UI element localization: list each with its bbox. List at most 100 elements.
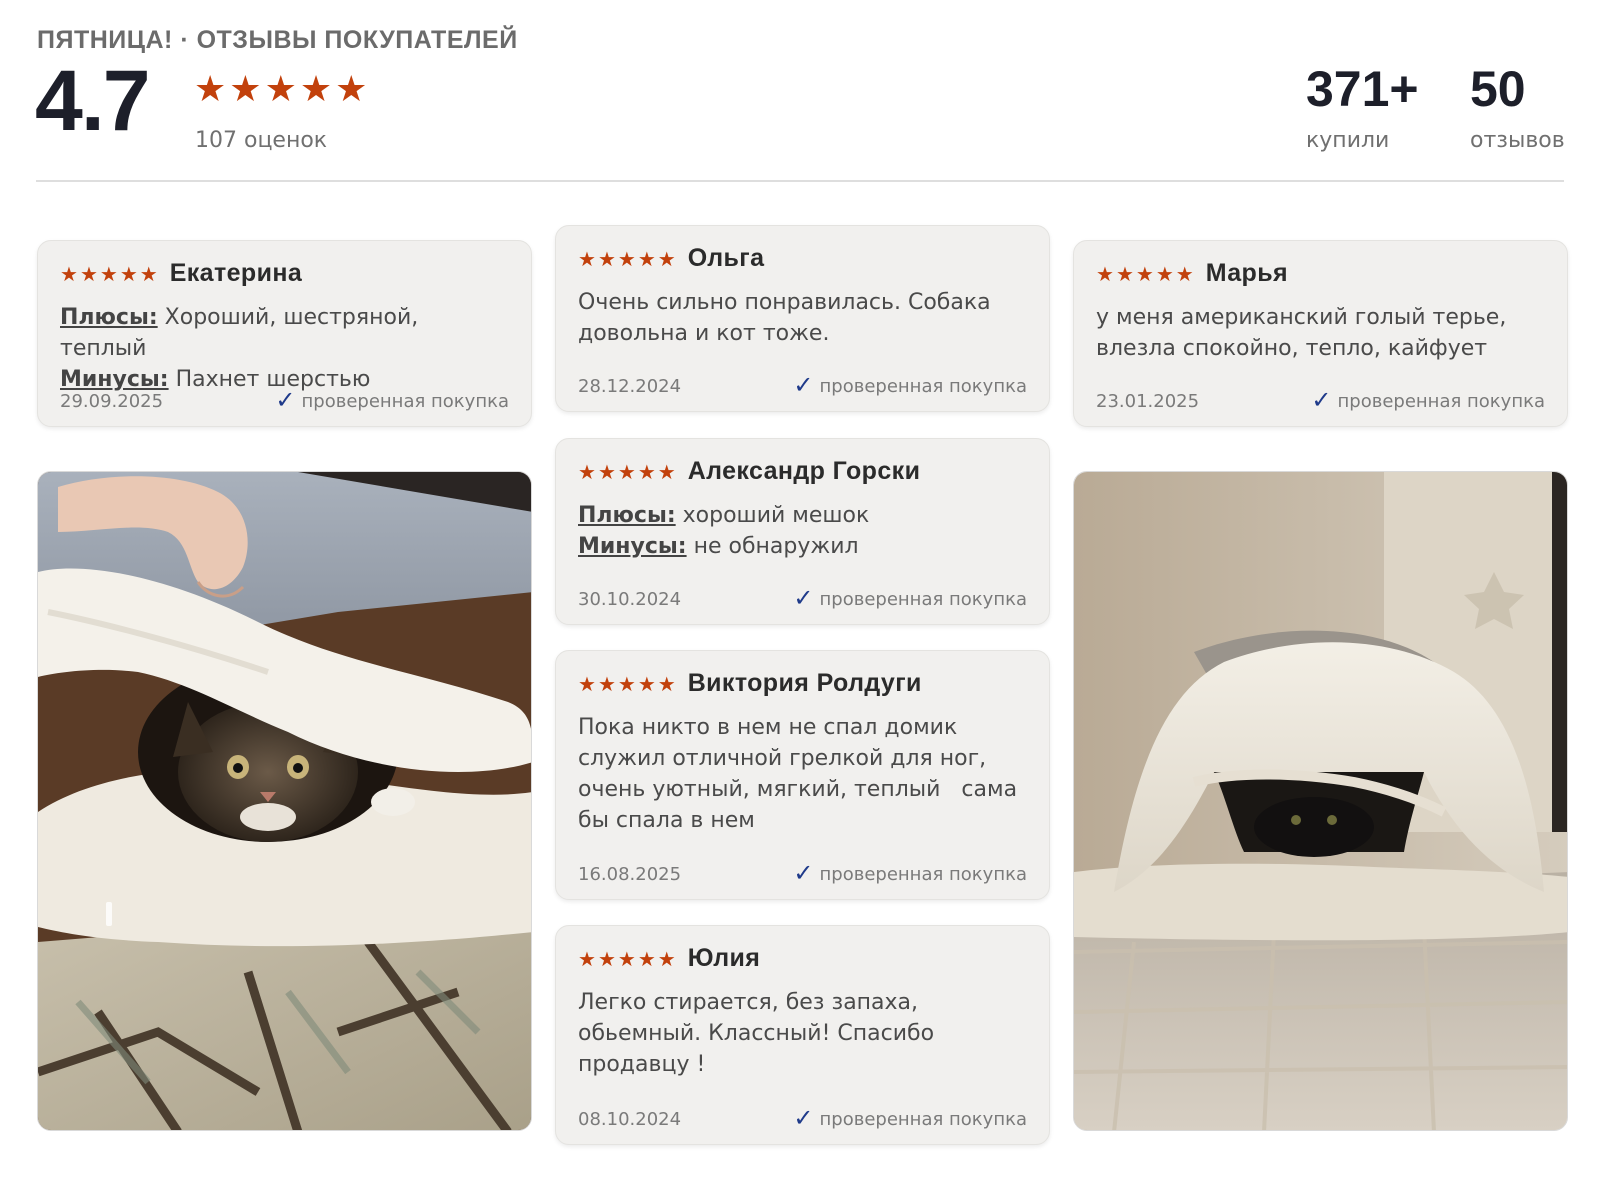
star-icon: ★ [617,459,636,484]
review-stars: ★ ★ ★ ★ ★ [578,674,676,694]
star-icon: ★ [578,671,596,696]
star-icon: ★ [617,246,636,271]
ratings-count: 107 оценок [195,128,328,153]
star-icon: ★ [1135,261,1154,286]
cons-text: не обнаружил [693,534,859,559]
verified-label: проверенная покупка [819,1109,1027,1130]
star-icon: ★ [617,946,636,971]
star-icon: ★ [299,69,333,110]
review-text: Легко стирается, без запаха, обьемный. К… [578,990,935,1077]
review-card: ★ ★ ★ ★ ★ Марья у меня американский голый те… [1073,240,1568,427]
verified-badge: ✓ проверенная покупка [793,586,1027,610]
star-icon: ★ [617,671,636,696]
stat-label: купили [1306,128,1390,153]
star-icon: ★ [99,261,118,286]
star-icon: ★ [335,69,368,110]
reviewer-name: Екатерина [169,259,303,287]
verified-badge: ✓ проверенная покупка [793,373,1027,397]
review-date: 08.10.2024 [578,1109,682,1130]
review-date: 28.12.2024 [578,376,682,397]
review-date: 16.08.2025 [578,864,682,885]
black-cat-photo-illustration [1074,472,1567,1130]
star-icon: ★ [637,671,656,696]
cons-label: Минусы: [578,534,687,559]
review-text: Пока никто в нем не спал домик служил от… [578,715,1025,833]
review-text: Очень сильно понравилась. Собака довольн… [578,290,991,346]
review-photo-kitten[interactable] [37,471,532,1131]
star-icon: ★ [119,261,138,286]
check-icon: ✓ [793,1104,814,1132]
brand-line: ПЯТНИЦА! · ОТЗЫВЫ ПОКУПАТЕЛЕЙ [37,26,518,54]
star-icon: ★ [637,459,656,484]
star-icon: ★ [1175,261,1194,286]
review-date: 23.01.2025 [1096,391,1200,412]
star-icon: ★ [597,671,616,696]
review-text: у меня американский голый терье, влезла … [1096,305,1507,361]
review-stars: ★ ★ ★ ★ ★ [578,949,676,969]
check-icon: ✓ [793,584,814,612]
check-icon: ✓ [793,371,814,399]
star-icon: ★ [657,671,676,696]
star-icon: ★ [657,946,676,971]
verified-label: проверенная покупка [819,864,1027,885]
check-icon: ✓ [793,859,814,887]
star-icon: ★ [637,246,656,271]
check-icon: ✓ [275,386,296,414]
reviewer-name: Александр Горски [687,457,921,485]
verified-label: проверенная покупка [819,376,1027,397]
star-icon: ★ [597,246,616,271]
review-date: 29.09.2025 [60,391,164,412]
review-card: ★ ★ ★ ★ ★ Виктория Ролдуги Пока никто в нем … [555,650,1050,900]
star-icon: ★ [578,459,596,484]
star-icon: ★ [79,261,98,286]
pros-text: хороший мешок [682,503,870,528]
stat-buyers: 371+ купили [1306,64,1419,153]
reviewer-name: Виктория Ролдуги [687,669,922,697]
review-stars: ★ ★ ★ ★ ★ [60,264,158,284]
stat-value: 371+ [1306,61,1419,117]
reviewer-name: Юлия [687,944,761,972]
verified-badge: ✓ проверенная покупка [275,388,509,412]
review-card: ★ ★ ★ ★ ★ Ольга Очень сильно понравилась. Со… [555,225,1050,412]
star-icon: ★ [597,946,616,971]
verified-label: проверенная покупка [1337,391,1545,412]
review-card: ★ ★ ★ ★ ★ Екатерина Плюсы: Хороший, шестряно… [37,240,532,427]
star-icon: ★ [597,459,616,484]
review-date: 30.10.2024 [578,589,682,610]
review-stars: ★ ★ ★ ★ ★ [578,249,676,269]
review-photo-black-cat[interactable] [1073,471,1568,1131]
average-rating: 4.7 [35,53,151,149]
review-card: ★ ★ ★ ★ ★ Александр Горски Плюсы: хороший ме… [555,438,1050,625]
star-icon: ★ [1155,261,1174,286]
verified-badge: ✓ проверенная покупка [1311,388,1545,412]
reviewer-name: Ольга [687,244,765,272]
review-text: Плюсы: Хороший, шестряной, теплый Минусы… [60,302,509,395]
star-icon: ★ [637,946,656,971]
star-icon: ★ [194,69,227,110]
verified-label: проверенная покупка [819,589,1027,610]
star-icon: ★ [1115,261,1134,286]
star-icon: ★ [60,261,78,286]
stat-label: отзывов [1470,128,1565,153]
star-icon: ★ [657,459,676,484]
star-icon: ★ [264,69,297,110]
pros-label: Плюсы: [60,305,158,330]
average-rating-stars: ★ ★ ★ ★ ★ [194,72,367,108]
star-icon: ★ [229,69,262,110]
star-icon: ★ [657,246,676,271]
star-icon: ★ [578,946,596,971]
header-divider [36,180,1564,182]
pros-label: Плюсы: [578,503,676,528]
kitten-photo-illustration [38,472,531,1130]
review-card: ★ ★ ★ ★ ★ Юлия Легко стирается, без запаха, … [555,925,1050,1145]
verified-badge: ✓ проверенная покупка [793,861,1027,885]
stat-reviews: 50 отзывов [1470,64,1565,153]
check-icon: ✓ [1311,386,1332,414]
review-stars: ★ ★ ★ ★ ★ [1096,264,1194,284]
star-icon: ★ [1096,261,1114,286]
verified-label: проверенная покупка [301,391,509,412]
verified-badge: ✓ проверенная покупка [793,1106,1027,1130]
star-icon: ★ [139,261,158,286]
review-text: Плюсы: хороший мешок Минусы: не обнаружи… [578,500,1027,562]
reviewer-name: Марья [1205,259,1288,287]
